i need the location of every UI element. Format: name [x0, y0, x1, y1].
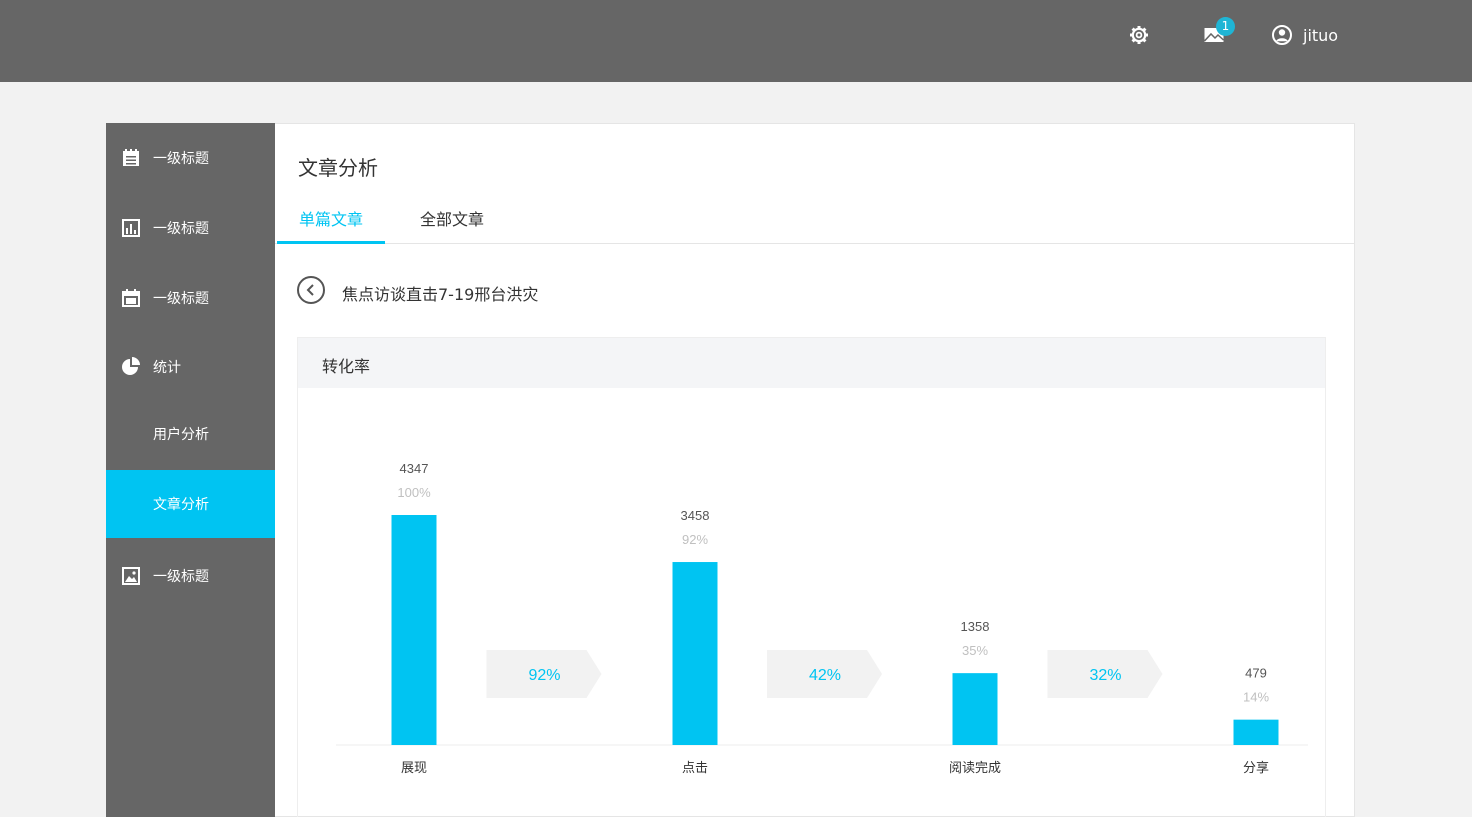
- sidebar-item-label: 统计: [153, 360, 181, 376]
- sidebar-item-article-analysis[interactable]: 文章分析: [106, 470, 275, 538]
- user-circle-icon: [1272, 25, 1292, 45]
- sidebar-item-label: 一级标题: [153, 151, 209, 167]
- sidebar-item-label: 一级标题: [153, 569, 209, 585]
- top-bar: 1 jituo: [0, 0, 1472, 82]
- bar-percent-label: 100%: [397, 485, 431, 500]
- sidebar-item-label: 一级标题: [153, 221, 209, 237]
- category-label: 分享: [1243, 760, 1269, 776]
- bar-percent-label: 35%: [962, 643, 988, 658]
- messages-button[interactable]: 1: [1202, 17, 1235, 47]
- sidebar-item-level1-a[interactable]: 一级标题: [106, 124, 275, 192]
- sidebar-item-level1-b[interactable]: 一级标题: [106, 194, 275, 262]
- calendar-icon: [121, 288, 141, 308]
- gear-icon: [1130, 26, 1148, 44]
- category-label: 阅读完成: [949, 761, 1001, 776]
- image-icon: [121, 566, 141, 586]
- page-title: 文章分析: [298, 156, 378, 180]
- chart-bar: [672, 562, 718, 745]
- panel-title: 转化率: [322, 357, 371, 376]
- bar-value-label: 4347: [400, 461, 429, 476]
- bar-chart-icon: [121, 218, 141, 238]
- sidebar-item-label: 文章分析: [153, 497, 209, 513]
- bar-percent-label: 14%: [1243, 690, 1269, 705]
- bar-value-label: 3458: [681, 508, 710, 523]
- notepad-icon: [121, 148, 141, 168]
- conversion-rate-label: 32%: [1089, 667, 1121, 684]
- sidebar-item-level1-c[interactable]: 一级标题: [106, 264, 275, 332]
- settings-button[interactable]: [1127, 23, 1151, 47]
- username: jituo: [1303, 25, 1339, 45]
- category-label: 展现: [401, 761, 427, 776]
- pie-chart-icon: [121, 357, 141, 377]
- user-menu[interactable]: jituo: [1271, 22, 1338, 48]
- mail-badge: 1: [1216, 17, 1235, 36]
- conversion-panel: 转化率 4347 100% 展现 3458 92% 点击 1358 35% 阅读完成 479 14%…: [297, 337, 1326, 817]
- article-title: 焦点访谈直击7-19邢台洪灾: [342, 285, 539, 304]
- sidebar-item-user-analysis[interactable]: 用户分析: [106, 400, 275, 468]
- tab-single-article[interactable]: 单篇文章: [277, 204, 385, 244]
- back-button[interactable]: [297, 276, 325, 304]
- conversion-rate-label: 92%: [528, 667, 560, 684]
- panel-header: 转化率: [298, 338, 1325, 388]
- chevron-left-icon: [306, 284, 314, 296]
- chart-bar: [391, 515, 437, 745]
- main-content: 文章分析 单篇文章 全部文章 焦点访谈直击7-19邢台洪灾 转化率 4347 10…: [275, 123, 1355, 817]
- chart-bar: [1233, 719, 1279, 745]
- sidebar-item-statistics[interactable]: 统计: [106, 333, 275, 401]
- sidebar-item-label: 一级标题: [153, 291, 209, 307]
- sidebar-item-label: 用户分析: [153, 427, 209, 443]
- bar-percent-label: 92%: [682, 532, 708, 547]
- chart-bar: [952, 673, 998, 745]
- conversion-rate-label: 42%: [809, 667, 841, 684]
- sidebar: 一级标题 一级标题 一级标题 统计 用户分析 文章分析 一级标题: [106, 123, 275, 817]
- tab-all-articles[interactable]: 全部文章: [400, 204, 504, 244]
- category-label: 点击: [682, 761, 708, 776]
- conversion-chart: 4347 100% 展现 3458 92% 点击 1358 35% 阅读完成 479 14% 分享 92…: [336, 461, 1308, 776]
- tab-bar: 单篇文章 全部文章: [275, 204, 1354, 244]
- bar-value-label: 1358: [961, 619, 990, 634]
- bar-value-label: 479: [1245, 666, 1267, 681]
- sidebar-item-level1-d[interactable]: 一级标题: [106, 542, 275, 610]
